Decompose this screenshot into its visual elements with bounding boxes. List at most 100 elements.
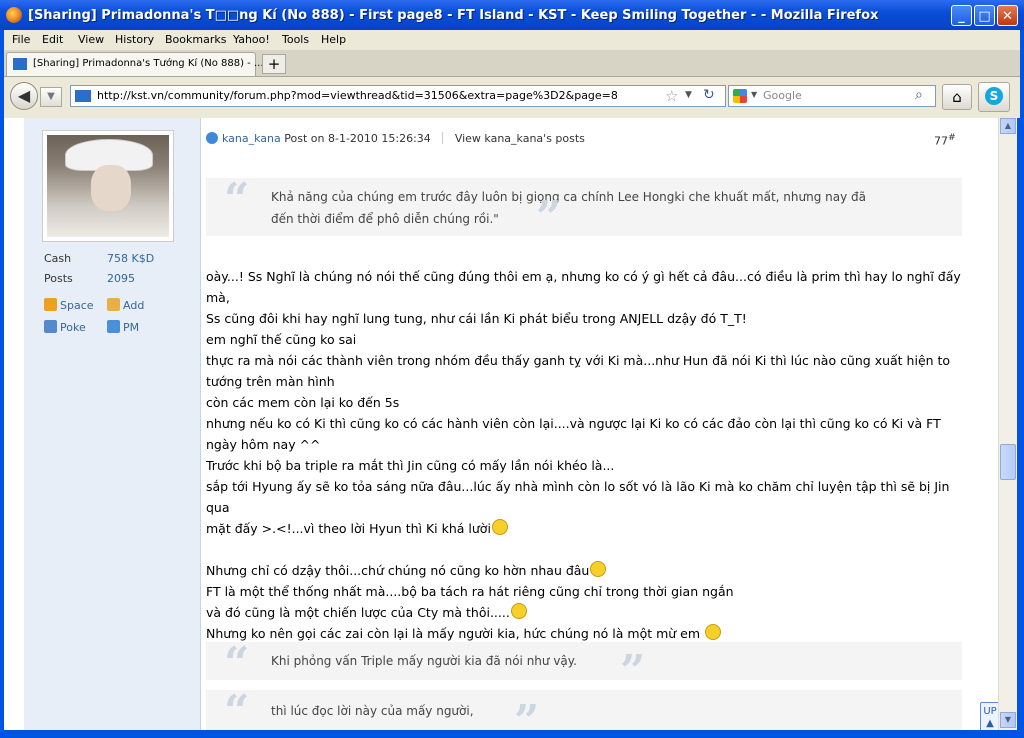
forward-dropdown-button[interactable]: ▼ [40,87,62,107]
menu-history[interactable]: History [115,33,154,46]
post-line-text: và đó cũng là một chiến lược của Cty mà … [206,605,510,620]
post-line: tướng trên màn hình [206,374,335,389]
cash-label: Cash [44,252,72,265]
browser-window: [Sharing] Primadonna's T□□ng Kí (No 888)… [0,0,1024,738]
url-dropdown-icon[interactable]: ▼ [685,90,692,100]
navigation-bar: ◀ ▼ http://kst.vn/community/forum.php?mo… [4,77,1020,118]
post-line: sắp tới Hyung ấy sẽ ko tỏa sáng nữa đâu.… [206,479,950,515]
home-button[interactable]: ⌂ [942,84,972,110]
quote-block: “ Khả năng của chúng em trước đây luôn b… [206,174,962,243]
url-text[interactable]: http://kst.vn/community/forum.php?mod=vi… [97,89,618,102]
post-line: em nghĩ thế cũng ko sai [206,332,357,347]
lazy-smiley-icon [491,519,508,535]
post-main: kana_kana Post on 8-1-2010 15:26:34 View… [204,118,982,730]
vertical-scrollbar[interactable]: ▲ ▼ [998,118,1017,730]
title-bar: [Sharing] Primadonna's T□□ng Kí (No 888)… [0,0,1024,30]
poke-icon [44,320,57,333]
google-logo-icon[interactable] [733,89,747,103]
author-link[interactable]: kana_kana [222,132,281,145]
search-placeholder[interactable]: Google [763,89,802,102]
page-content: Cash 758 K$D Posts 2095 Space Add Poke P… [4,118,1002,730]
skype-button[interactable]: S [978,82,1010,112]
post-line: còn các mem còn lại ko đến 5s [206,395,400,410]
pm-link-label: PM [123,321,140,334]
url-bar[interactable]: http://kst.vn/community/forum.php?mod=vi… [70,85,726,107]
close-quote-icon: ” [536,192,562,243]
space-link-label: Space [60,299,94,312]
meta-divider [442,132,444,144]
menu-tools[interactable]: Tools [282,33,309,46]
menu-edit[interactable]: Edit [42,33,63,46]
menu-view[interactable]: View [78,33,104,46]
window-title: [Sharing] Primadonna's T□□ng Kí (No 888)… [28,8,879,23]
up-arrow-icon: ▲ [986,718,994,729]
minimize-button[interactable]: _ [951,5,972,26]
quote-line: đến thời điểm để phô diễn chúng rồi." [271,212,499,226]
site-favicon-icon [75,90,91,102]
bookmark-star-icon[interactable]: ☆ [665,87,678,105]
post-body: oày...! Ss Nghĩ là chúng nó nói thế cũng… [206,266,966,644]
online-status-icon [206,132,218,144]
new-tab-button[interactable]: + [262,54,286,74]
reload-icon[interactable]: ↻ [703,87,715,103]
house-icon [44,298,57,311]
avatar-face [91,165,131,211]
scrollbar-thumb[interactable] [1000,444,1016,480]
post-line-text: Nhưng chỉ có dzậy thôi...chứ chúng nó cũ… [206,563,590,578]
maximize-button[interactable]: □ [974,5,995,26]
post-line: Nhưng ko nên gọi các zai còn lại là mấy … [206,623,966,644]
close-button[interactable]: ✕ [997,5,1018,26]
site-favicon-icon [13,58,27,70]
post-line: Trước khi bộ ba triple ra mắt thì Jin cũ… [206,458,615,473]
close-quote-icon: ” [514,696,540,730]
space-link[interactable]: Space [44,298,94,312]
skype-icon: S [985,87,1003,105]
window-bottom-border [0,730,1024,738]
post-line: mặt đấy >.<!...vì theo lời Hyun thì Ki k… [206,518,966,539]
search-icon[interactable]: ⌕ [915,87,923,103]
neutral-smiley-icon [705,624,722,640]
menu-bar: File Edit View History Bookmarks Yahoo! … [4,30,1020,50]
tab-bar: [Sharing] Primadonna's Tướng Kí (No 888)… [4,50,1020,77]
menu-yahoo[interactable]: Yahoo! [233,33,270,46]
avatar[interactable] [42,130,174,242]
menu-bookmarks[interactable]: Bookmarks [165,33,226,46]
menu-file[interactable]: File [12,33,30,46]
posts-value[interactable]: 2095 [107,272,135,285]
scroll-down-arrow-icon[interactable]: ▼ [1000,712,1016,728]
view-posts-link[interactable]: View kana_kana's posts [455,132,585,145]
add-link-label: Add [123,299,145,312]
quote-text: Khi phỏng vấn Triple mấy người kia đã nó… [271,654,577,668]
search-box[interactable]: ▼ Google ⌕ [728,85,936,107]
post-line: Ss cũng đôi khi hay nghĩ lung tung, như … [206,311,747,326]
post-line: oày...! Ss Nghĩ là chúng nó nói thế cũng… [206,269,961,284]
post-line: thực ra mà nói các thành viên trong nhóm… [206,353,951,368]
scroll-to-top-button[interactable]: UP ▲ [980,702,1000,730]
poke-link-label: Poke [60,321,86,334]
scroll-to-top-label: UP [983,706,997,717]
posts-label: Posts [44,272,73,285]
tab-active[interactable]: [Sharing] Primadonna's Tướng Kí (No 888)… [6,52,264,76]
post-number[interactable]: 77# [934,132,956,148]
poke-link[interactable]: Poke [44,320,86,334]
open-quote-icon: “ [224,638,250,689]
back-arrow-icon: ◀ [17,86,31,105]
add-friend-link[interactable]: Add [107,298,144,312]
scroll-up-arrow-icon[interactable]: ▲ [1000,118,1016,134]
search-engine-dropdown-icon[interactable]: ▼ [751,90,757,99]
post-line: Nhưng chỉ có dzậy thôi...chứ chúng nó cũ… [206,560,966,581]
quote-line: Khả năng của chúng em trước đây luôn bị … [271,190,867,204]
post-meta: kana_kana Post on 8-1-2010 15:26:34 View… [206,132,585,145]
pm-link[interactable]: PM [107,320,139,334]
menu-help[interactable]: Help [321,33,346,46]
grin-smiley-icon [510,603,527,619]
back-button[interactable]: ◀ [10,82,38,110]
author-sidebar: Cash 758 K$D Posts 2095 Space Add Poke P… [24,118,201,730]
post-number-sup: # [948,132,956,143]
post-line-text: Nhưng ko nên gọi các zai còn lại là mấy … [206,626,701,641]
quote-block: “ Khi phỏng vấn Triple mấy người kia đã … [206,638,962,697]
open-quote-icon: “ [224,174,250,225]
post-line: ngày hôm nay ^^ [206,437,321,452]
chevron-down-icon: ▼ [47,91,55,102]
